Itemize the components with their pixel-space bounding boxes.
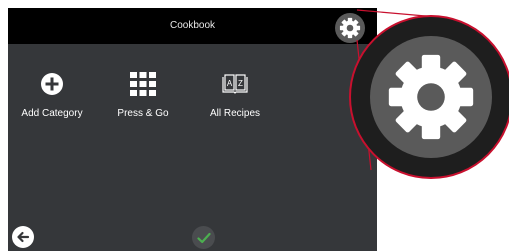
settings-zoom-callout <box>349 15 509 179</box>
zoom-settings-button <box>370 36 492 158</box>
gear-icon <box>388 54 474 140</box>
